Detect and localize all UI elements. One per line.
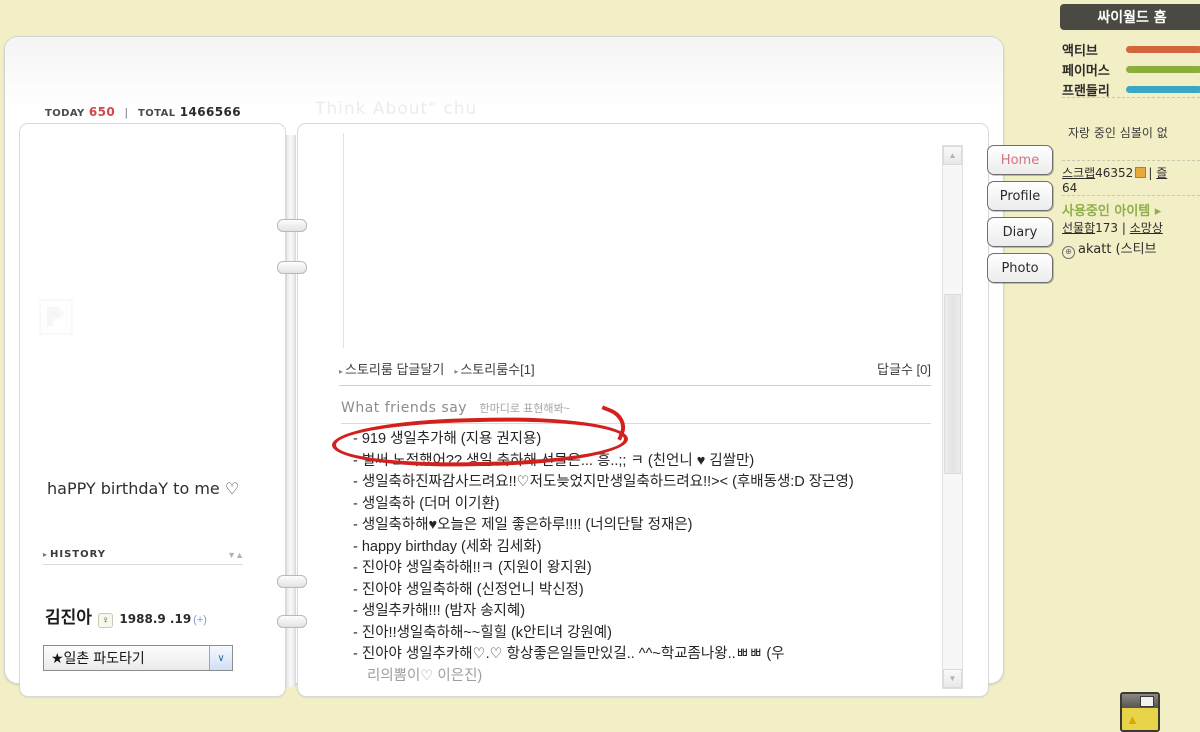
triangle-right-icon: ▸ (339, 367, 344, 376)
comment-list: - 919 생일추가해 (지용 권지용) - 벌써 노적했어?? 생일 축하해 선… (341, 429, 933, 697)
sidebar-divider (1062, 195, 1200, 196)
story-reply-link-label: 스토리룸 답글달기 (345, 362, 445, 377)
scrollbar-thumb[interactable] (944, 294, 961, 474)
gauge-famous: 페이머스 (1062, 60, 1200, 79)
story-count-link-label: 스토리룸수[1] (460, 362, 535, 377)
counter-separator: | (124, 106, 129, 119)
comment-item: - happy birthday (세화 김세화) (353, 538, 542, 555)
scrap-divider: | (1148, 166, 1153, 180)
binder-ring (277, 261, 307, 274)
binder-spine (286, 135, 296, 687)
birthday-greeting: haPPY birthdaY to me ♡ (47, 479, 240, 498)
ilchon-select-value: ★일촌 파도타기 (51, 650, 145, 666)
widget-screen-icon (1140, 696, 1154, 707)
tab-photo[interactable]: Photo (987, 253, 1053, 283)
reply-count: 답글수 [0] (877, 362, 931, 377)
chevron-down-icon[interactable]: ∨ (209, 646, 232, 670)
tab-home[interactable]: Home (987, 145, 1053, 175)
wfs-title-en: What friends say (341, 400, 468, 416)
widget-character-icon: ▲ (1126, 712, 1139, 727)
triangle-right-icon: ▸ (454, 367, 459, 376)
visit-counter: TODAY 650 | TOTAL 1466566 (45, 105, 241, 119)
sidebar-header: 싸이월드 홈 (1060, 4, 1200, 30)
user-badge-icon: ⊕ (1062, 246, 1075, 259)
gender-icon: ♀ (97, 613, 114, 628)
cyworld-sidebar: 싸이월드 홈 액티브 페이머스 프랜들리 자랑 중인 심볼이 없 스크랩4635… (1060, 0, 1200, 260)
binder-ring (277, 575, 307, 588)
binder-ring (277, 615, 307, 628)
gauge-active: 액티브 (1062, 40, 1200, 59)
minihompy-book: TODAY 650 | TOTAL 1466566 Think About" c… (4, 36, 1053, 697)
gauge-active-label: 액티브 (1062, 44, 1098, 59)
scrap-extra-label: 즐 (1156, 166, 1168, 180)
gauge-friendly-bar (1126, 86, 1200, 93)
ilchon-select[interactable]: ★일촌 파도타기 ∨ (43, 645, 233, 671)
owner-name: 김진아 (45, 608, 92, 627)
binder-ring (277, 219, 307, 232)
comment-item: - 생일축하진짜감사드려요!!♡저도늦었지만생일축하드려요!!>< (후배동생:… (353, 474, 854, 490)
story-count-link[interactable]: ▸ 스토리룸수[1] (454, 359, 534, 378)
gauge-famous-label: 페이머스 (1062, 64, 1110, 79)
scroll-down-icon[interactable]: ▼ (943, 669, 962, 688)
comment-item: - 진아야 생일축하해 (신정언니 박신정) (353, 581, 584, 598)
today-label: TODAY (45, 108, 85, 119)
tab-menu: Home Profile Diary Photo (987, 145, 1055, 289)
history-label: HISTORY (50, 549, 107, 560)
total-label: TOTAL (138, 108, 176, 119)
gift-value: 173 (1095, 221, 1119, 235)
comment-item: 리의뽐이♡ 이은진) (367, 667, 483, 684)
tab-profile[interactable]: Profile (987, 181, 1053, 211)
broken-image-icon (39, 299, 73, 335)
comment-item: - 진아야 생일축하해!!ㅋ (지원이 왕지원) (353, 560, 592, 576)
comment-item: - 생일축하해♥오늘은 제일 좋은하루!!!! (너의단탈 정재은) (353, 517, 693, 533)
vertical-scrollbar[interactable]: ▲ ▼ (942, 145, 963, 689)
items-in-use-link[interactable]: 사용중인 아이템 ▸ (1062, 200, 1200, 219)
sidebar-divider (1062, 160, 1200, 161)
gauge-famous-bar (1126, 66, 1200, 73)
today-count: 650 (88, 105, 116, 119)
symbol-status-text: 자랑 중인 심볼이 없 (1068, 126, 1168, 140)
comment-item: - 생일축하 (더머 이기환) (353, 495, 500, 512)
scroll-up-icon[interactable]: ▲ (943, 146, 962, 165)
sidebar-divider (1062, 97, 1200, 98)
gift-label: 선물함 (1062, 221, 1096, 235)
scrap-value: 46352 (1095, 166, 1134, 180)
item-cube-icon (1135, 167, 1147, 178)
triangle-right-icon: ▸ (43, 550, 48, 559)
gift-row[interactable]: 선물함173 | 소망상 (1062, 219, 1200, 236)
sort-updown-icon[interactable]: ▼▲ (227, 550, 244, 560)
minihompy-widget-icon[interactable]: ▲ (1120, 692, 1160, 732)
gift-divider: | (1121, 221, 1126, 235)
comment-item: - 생일추카해!!! (밤자 송지혜) (353, 603, 526, 619)
story-reply-link[interactable]: ▸ 스토리룸 답글달기 (339, 359, 444, 378)
history-section[interactable]: ▸ HISTORY ▼▲ (43, 549, 244, 565)
user-name: akatt (스티브 (1078, 242, 1157, 257)
scrap-row[interactable]: 스크랩46352 | 즐 (1062, 164, 1200, 181)
what-friends-say-header: What friends say 한마디로 표현해봐~ (341, 399, 931, 424)
owner-info: 김진아 ♀ 1988.9 .19 (+) (45, 603, 207, 628)
scrap-second-line: 64 (1062, 181, 1078, 195)
scrap-label: 스크랩 (1062, 166, 1096, 180)
wishlist-label: 소망상 (1129, 221, 1163, 235)
gauge-active-bar (1126, 46, 1200, 53)
comment-item: - 919 생일추가해 (지용 권지용) (353, 431, 542, 447)
plus-icon[interactable]: (+) (193, 614, 207, 626)
wfs-title-ko: 한마디로 표현해봐~ (479, 403, 570, 415)
story-links-row: ▸ 스토리룸 답글달기 ▸ 스토리룸수[1] 답글수 [0] (339, 359, 931, 386)
tab-diary[interactable]: Diary (987, 217, 1053, 247)
hompy-title: Think About" chu (315, 99, 478, 119)
owner-birthday: 1988.9 .19 (119, 612, 192, 626)
comment-item: - 진아!!생일축하해~~힐힐 (k안티녀 강원예) (353, 624, 612, 641)
user-row[interactable]: ⊕ akatt (스티브 (1062, 238, 1200, 259)
total-count: 1466566 (179, 105, 241, 119)
story-content-area (343, 133, 932, 348)
comment-item: - 벌써 노적했어?? 생일 축하해 선물은... 흥..;; ㅋ (친언니 ♥… (353, 452, 755, 469)
comment-item: - 진아야 생일추카해♡.♡ 항상좋은일들만있길.. ^^~학교좀나왕..ㅃㅃ … (353, 646, 785, 662)
